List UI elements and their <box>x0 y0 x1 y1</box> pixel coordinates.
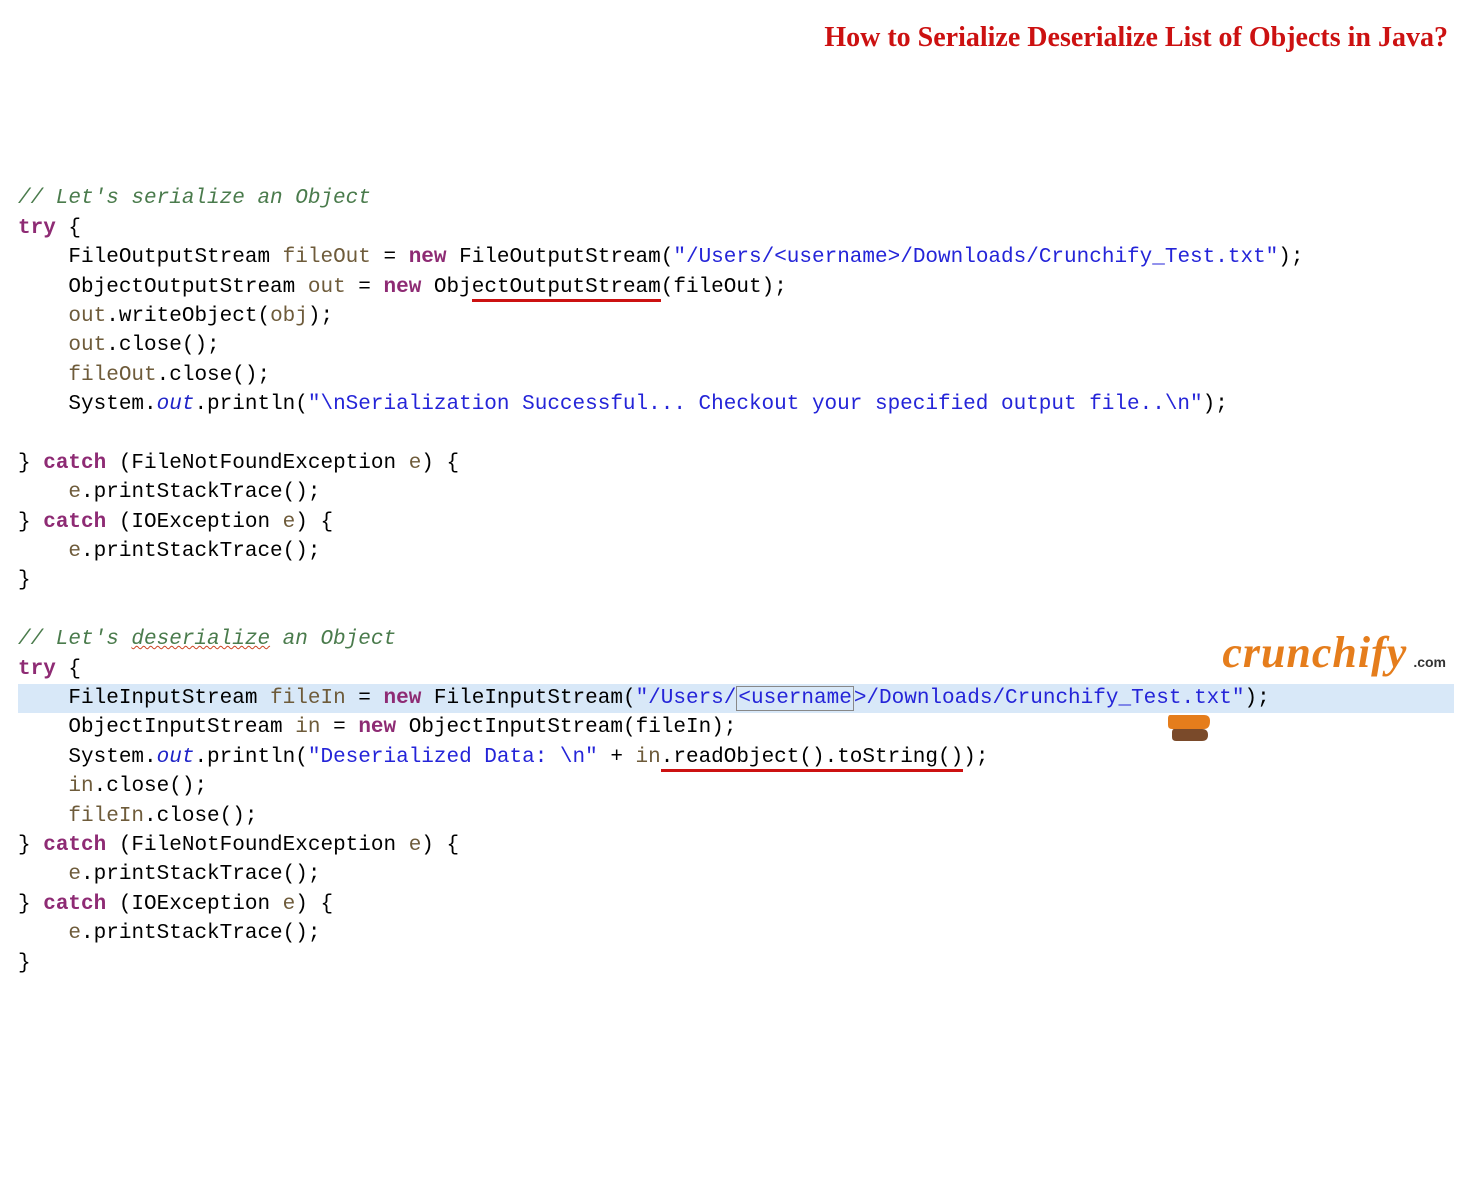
type-fos: FileOutputStream <box>68 246 270 269</box>
kw-try: try <box>18 217 56 240</box>
comment-serialize: // Let's serialize an Object <box>18 187 371 210</box>
brace: { <box>56 217 81 240</box>
string-serial-msg: "\nSerialization Successful... Checkout … <box>308 393 1203 416</box>
var-filein: fileIn <box>270 687 346 710</box>
type-ois: ObjectInputStream <box>68 716 282 739</box>
type-fis: FileInputStream <box>68 687 257 710</box>
string-path2: "/Users/<username>/Downloads/Crunchify_T… <box>636 686 1245 711</box>
kw-catch: catch <box>31 452 119 475</box>
string-path: "/Users/<username>/Downloads/Crunchify_T… <box>673 246 1278 269</box>
type-oos: ObjectOutputStream <box>68 276 295 299</box>
spellcheck-wavy: deserialize <box>131 628 270 651</box>
code-block: // Let's serialize an Object try { FileO… <box>18 184 1454 978</box>
string-deser-msg: "Deserialized Data: \n" <box>308 746 598 769</box>
comment-deserialize: // Let's deserialize an Object <box>18 628 396 651</box>
var-fileout: fileOut <box>283 246 371 269</box>
underline-oos: ectOutputStream <box>472 276 661 302</box>
var-e: e <box>409 452 422 475</box>
caret-selection: <username <box>736 686 853 711</box>
static-out: out <box>157 393 195 416</box>
var-in: in <box>295 716 320 739</box>
crunchify-logo-icon <box>1166 648 1216 806</box>
var-out: out <box>308 276 346 299</box>
var-obj: obj <box>270 305 308 328</box>
logo-text: crunchify <box>1222 622 1407 684</box>
underline-readobj: .readObject().toString() <box>661 746 963 772</box>
logo-tld: .com <box>1413 653 1446 673</box>
crunchify-logo: crunchify .com <box>1166 622 1446 806</box>
page-title: How to Serialize Deserialize List of Obj… <box>824 18 1448 57</box>
kw-new: new <box>409 246 447 269</box>
